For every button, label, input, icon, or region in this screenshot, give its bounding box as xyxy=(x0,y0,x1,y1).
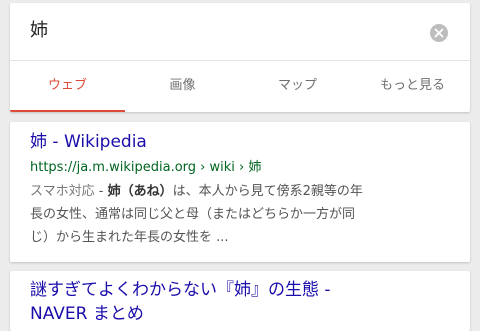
result-title-link[interactable]: 姉 - Wikipedia xyxy=(30,130,147,154)
snippet-line: じ）から生まれた年長の女性を ... xyxy=(30,230,229,245)
search-result-card: 姉 - Wikipedia https://ja.m.wikipedia.org… xyxy=(10,122,470,262)
snippet-separator: - xyxy=(94,184,108,199)
result-snippet: スマホ対応 - 姉（あね）は、本人から見て傍系2親等の年 長の女性、通常は同じ父… xyxy=(30,180,455,249)
search-header-card: 姉 ウェブ 画像 マップ もっと見る xyxy=(10,3,470,112)
snippet-line: スマホ対応 - 姉（あね）は、本人から見て傍系2親等の年 xyxy=(30,180,455,203)
close-icon xyxy=(434,28,444,38)
title-line: NAVER まとめ xyxy=(30,304,144,324)
tab-web[interactable]: ウェブ xyxy=(10,61,125,112)
result-title-link[interactable]: 謎すぎてよくわからない『姉』の生態 - NAVER まとめ xyxy=(30,278,455,326)
clear-search-icon[interactable] xyxy=(430,24,448,42)
search-result-card: 謎すぎてよくわからない『姉』の生態 - NAVER まとめ xyxy=(10,271,470,331)
snippet-text: は、本人から見て傍系2親等の年 xyxy=(172,184,363,199)
snippet-line: 長の女性、通常は同じ父と母（またはどちらか一方が同 xyxy=(30,207,356,222)
tab-images[interactable]: 画像 xyxy=(125,61,240,112)
tab-maps[interactable]: マップ xyxy=(240,61,355,112)
search-tabs: ウェブ 画像 マップ もっと見る xyxy=(10,61,470,112)
search-bar: 姉 xyxy=(10,3,470,61)
search-input[interactable]: 姉 xyxy=(30,19,48,43)
mobile-friendly-label: スマホ対応 xyxy=(30,184,95,199)
snippet-keyword: 姉（あね） xyxy=(107,184,173,199)
title-line: 謎すぎてよくわからない『姉』の生態 - xyxy=(30,280,331,300)
result-url: https://ja.m.wikipedia.org › wiki › 姉 xyxy=(30,160,262,175)
tab-more[interactable]: もっと見る xyxy=(355,61,470,112)
